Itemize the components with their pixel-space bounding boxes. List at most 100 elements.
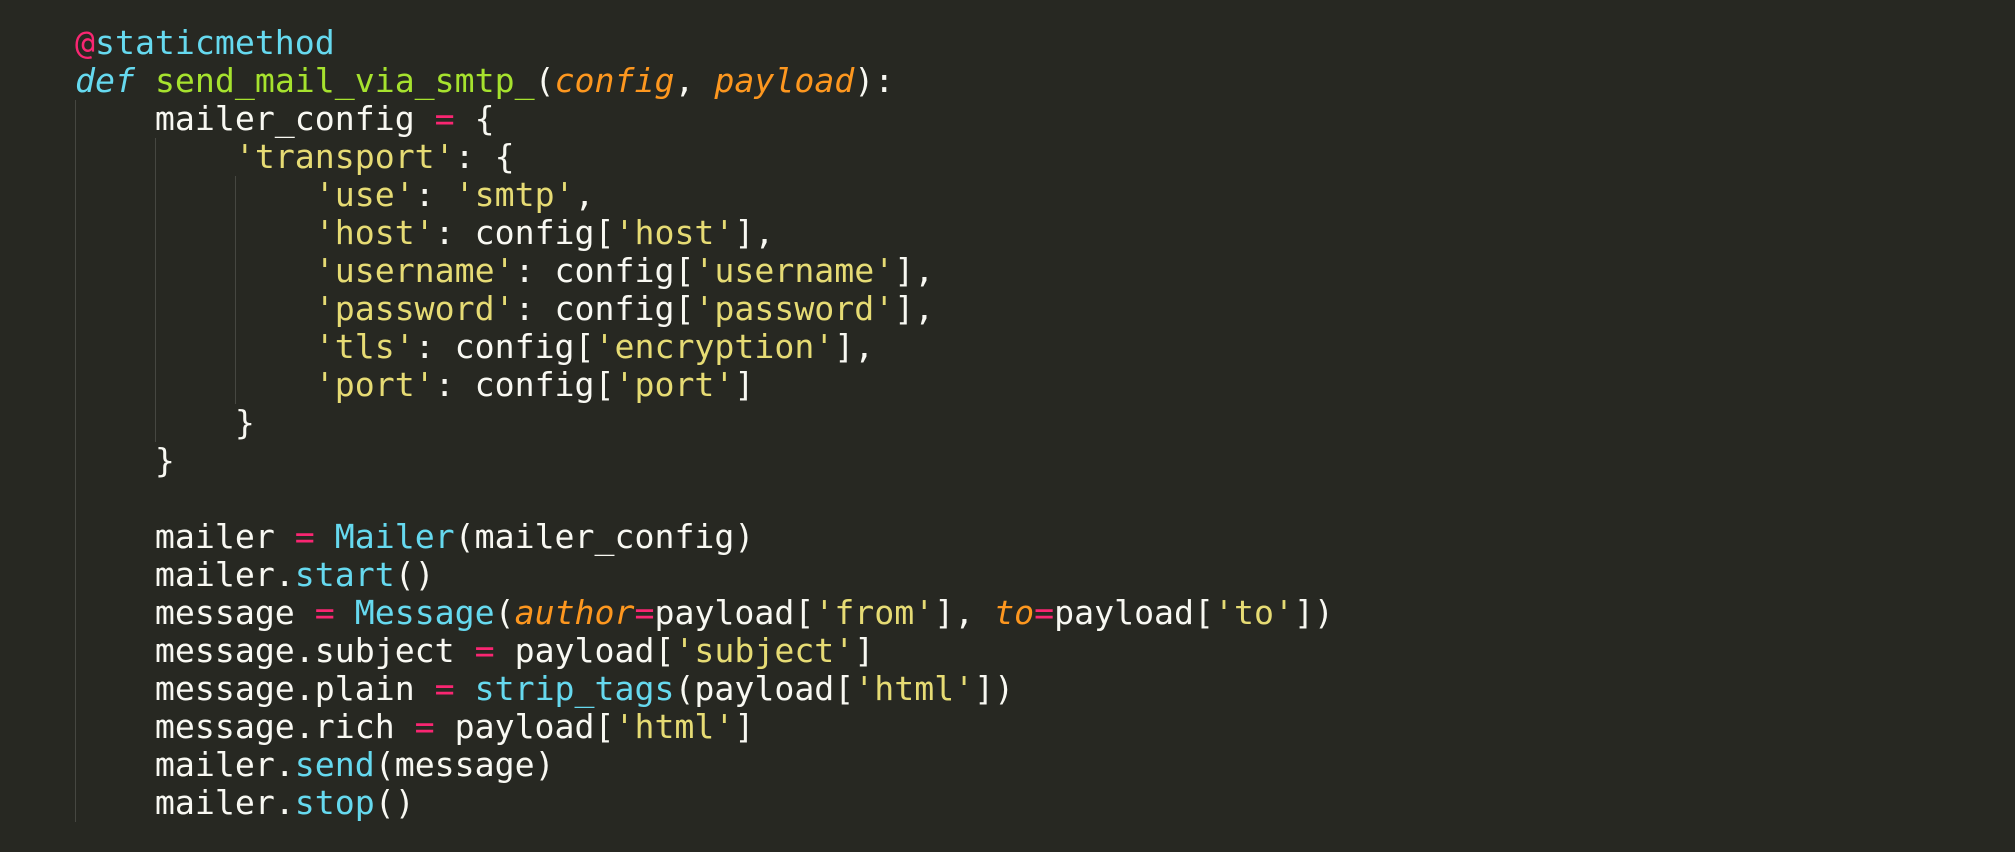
code-token-call: stop	[294, 783, 375, 822]
code-token-string: 'port'	[614, 365, 735, 404]
code-line: @staticmethod	[75, 24, 2015, 62]
code-token-plain: : config[	[434, 213, 615, 252]
code-token-plain: message.plain	[75, 669, 435, 708]
code-editor[interactable]: @staticmethod def send_mail_via_smtp_(con…	[0, 0, 2015, 852]
code-line: }	[75, 404, 2015, 442]
code-token-string: 'to'	[1214, 593, 1294, 632]
code-token-plain: (	[534, 61, 555, 100]
code-token-plain: ]	[854, 631, 875, 670]
code-token-string: 'from'	[814, 593, 935, 632]
code-line: 'tls': config['encryption'],	[75, 328, 2015, 366]
code-token-plain: payload[	[654, 593, 815, 632]
code-token-string: 'port'	[314, 365, 435, 404]
code-token-plain: : {	[454, 137, 515, 176]
code-token-plain: ,	[574, 175, 595, 214]
code-token-func: send_mail_via_smtp_	[154, 61, 535, 100]
code-token-keyword: =	[314, 593, 335, 632]
code-token-plain: mailer.	[75, 745, 295, 784]
code-token-plain: ]	[734, 707, 755, 746]
code-line: mailer.stop()	[75, 784, 2015, 822]
code-line: 'use': 'smtp',	[75, 176, 2015, 214]
code-token-plain: ],	[934, 593, 995, 632]
code-token-plain: mailer.	[75, 783, 295, 822]
code-token-plain: ],	[734, 213, 775, 252]
code-token-plain: mailer	[75, 517, 295, 556]
code-line: }	[75, 442, 2015, 480]
code-token-decor: staticmethod	[94, 23, 335, 62]
code-token-plain: ]	[734, 365, 755, 404]
code-token-call: send	[294, 745, 375, 784]
code-token-plain: :	[414, 175, 455, 214]
code-token-param: to	[994, 593, 1035, 632]
code-token-plain: : config[	[414, 327, 595, 366]
code-token-keyword: =	[474, 631, 495, 670]
code-token-plain: : config[	[514, 251, 695, 290]
code-token-plain: (payload[	[674, 669, 855, 708]
code-token-plain: ()	[394, 555, 435, 594]
code-token-string: 'transport'	[234, 137, 455, 176]
code-line: 'transport': {	[75, 138, 2015, 176]
code-line: 'password': config['password'],	[75, 290, 2015, 328]
code-token-plain: ],	[894, 289, 935, 328]
code-token-call: Message	[354, 593, 495, 632]
indent-guide-level-2	[155, 138, 156, 442]
code-content: @staticmethod def send_mail_via_smtp_(con…	[75, 24, 2015, 822]
code-line: mailer.start()	[75, 556, 2015, 594]
code-token-plain: }	[75, 441, 175, 480]
code-token-plain: (message)	[374, 745, 555, 784]
code-token-string: 'tls'	[314, 327, 415, 366]
code-token-keyword: @	[75, 23, 95, 62]
indent-guide-level-3	[235, 176, 236, 404]
code-token-plain: (	[494, 593, 515, 632]
code-token-string: 'host'	[614, 213, 735, 252]
code-token-string: 'host'	[314, 213, 435, 252]
code-line: message = Message(author=payload['from']…	[75, 594, 2015, 632]
code-token-string: 'smtp'	[454, 175, 575, 214]
code-token-plain: {	[454, 99, 495, 138]
code-token-plain: ,	[674, 61, 715, 100]
code-token-keyword: =	[634, 593, 655, 632]
code-token-string: 'encryption'	[594, 327, 835, 366]
code-token-plain: ])	[1293, 593, 1334, 632]
code-token-plain: mailer.	[75, 555, 295, 594]
code-token-string: 'html'	[854, 669, 975, 708]
code-token-plain: }	[75, 403, 255, 442]
code-line: mailer.send(message)	[75, 746, 2015, 784]
code-line: 'port': config['port']	[75, 366, 2015, 404]
code-token-keyword: =	[434, 99, 455, 138]
code-token-plain: message.subject	[75, 631, 475, 670]
code-token-string: 'password'	[314, 289, 515, 328]
code-token-storage: def	[75, 61, 135, 100]
code-token-call: strip_tags	[474, 669, 675, 708]
code-token-keyword: =	[414, 707, 435, 746]
code-token-plain: ],	[894, 251, 935, 290]
indent-guide-level-1	[75, 100, 76, 822]
code-token-call: Mailer	[334, 517, 455, 556]
code-token-plain: ])	[974, 669, 1015, 708]
code-line: 'host': config['host'],	[75, 214, 2015, 252]
code-token-param: payload	[714, 61, 855, 100]
code-line: mailer_config = {	[75, 100, 2015, 138]
code-token-param: author	[514, 593, 635, 632]
code-token-plain: : config[	[434, 365, 615, 404]
code-token-string: 'html'	[614, 707, 735, 746]
code-token-string: 'use'	[314, 175, 415, 214]
code-line: mailer = Mailer(mailer_config)	[75, 518, 2015, 556]
code-token-plain: ()	[374, 783, 415, 822]
code-token-keyword: =	[294, 517, 315, 556]
code-token-keyword: =	[1034, 593, 1055, 632]
code-token-param: config	[554, 61, 675, 100]
code-token-plain: ):	[854, 61, 895, 100]
code-token-plain: payload[	[1054, 593, 1214, 632]
code-token-string: 'password'	[694, 289, 895, 328]
